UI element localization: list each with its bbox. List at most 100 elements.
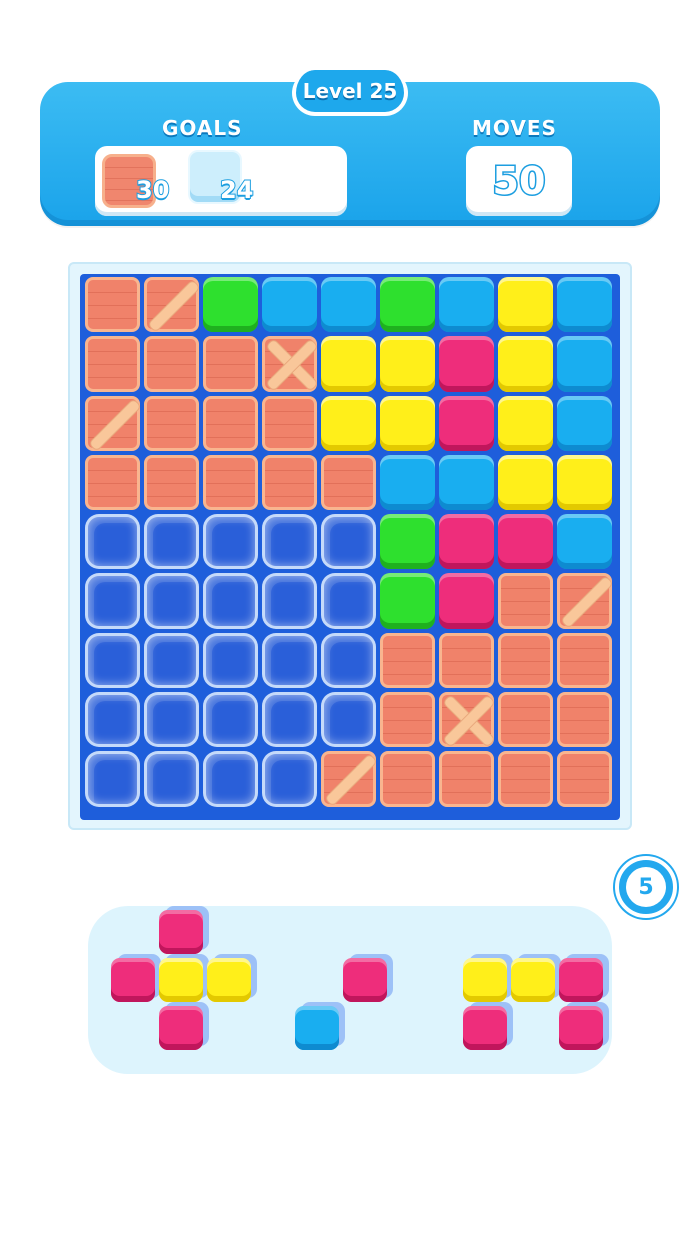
board-cell[interactable] bbox=[437, 512, 496, 571]
board-cell[interactable] bbox=[496, 749, 555, 808]
board-cell[interactable] bbox=[142, 334, 201, 393]
board-cell[interactable] bbox=[260, 394, 319, 453]
yellow-jelly-tile bbox=[557, 454, 612, 511]
board-cell[interactable] bbox=[496, 631, 555, 690]
board-cell[interactable] bbox=[319, 334, 378, 393]
board-cell[interactable] bbox=[201, 275, 260, 334]
yellow-block[interactable] bbox=[207, 954, 257, 1002]
board-cell[interactable] bbox=[83, 749, 142, 808]
board-cell[interactable] bbox=[142, 394, 201, 453]
board-cell[interactable] bbox=[378, 749, 437, 808]
board-cell[interactable] bbox=[142, 275, 201, 334]
board-cell[interactable] bbox=[201, 571, 260, 630]
board-cell[interactable] bbox=[201, 334, 260, 393]
board-cell[interactable] bbox=[319, 631, 378, 690]
board-cell[interactable] bbox=[496, 512, 555, 571]
board-cell[interactable] bbox=[142, 749, 201, 808]
board-cell[interactable] bbox=[319, 394, 378, 453]
board-cell[interactable] bbox=[378, 394, 437, 453]
board-cell[interactable] bbox=[201, 631, 260, 690]
board-cell[interactable] bbox=[201, 394, 260, 453]
pink-block[interactable] bbox=[159, 906, 209, 954]
blue-block[interactable] bbox=[295, 1002, 345, 1050]
board-cell[interactable] bbox=[496, 690, 555, 749]
board-cell[interactable] bbox=[319, 512, 378, 571]
board-cell[interactable] bbox=[201, 512, 260, 571]
board-cell[interactable] bbox=[378, 275, 437, 334]
board-cell[interactable] bbox=[260, 631, 319, 690]
pink-block[interactable] bbox=[463, 1002, 513, 1050]
board-cell[interactable] bbox=[142, 690, 201, 749]
board-cell[interactable] bbox=[378, 571, 437, 630]
board-cell[interactable] bbox=[555, 394, 614, 453]
board-cell[interactable] bbox=[437, 394, 496, 453]
board-cell[interactable] bbox=[437, 453, 496, 512]
wood-crate-tile bbox=[85, 336, 140, 392]
yellow-jelly-tile bbox=[498, 395, 553, 451]
board-cell[interactable] bbox=[83, 690, 142, 749]
board-cell[interactable] bbox=[437, 690, 496, 749]
board-cell[interactable] bbox=[83, 334, 142, 393]
pink-block[interactable] bbox=[343, 954, 393, 1002]
pink-block[interactable] bbox=[559, 1002, 609, 1050]
pink-block[interactable] bbox=[559, 954, 609, 1002]
board-cell[interactable] bbox=[496, 334, 555, 393]
board-cell[interactable] bbox=[83, 512, 142, 571]
board-cell[interactable] bbox=[260, 334, 319, 393]
board-cell[interactable] bbox=[83, 571, 142, 630]
board-cell[interactable] bbox=[437, 571, 496, 630]
board-cell[interactable] bbox=[83, 275, 142, 334]
board-cell[interactable] bbox=[142, 453, 201, 512]
board-cell[interactable] bbox=[260, 690, 319, 749]
board-cell[interactable] bbox=[496, 394, 555, 453]
board-cell[interactable] bbox=[496, 571, 555, 630]
board-cell[interactable] bbox=[260, 453, 319, 512]
board-cell[interactable] bbox=[555, 571, 614, 630]
board-cell[interactable] bbox=[142, 512, 201, 571]
board-cell[interactable] bbox=[319, 275, 378, 334]
yellow-block[interactable] bbox=[511, 954, 561, 1002]
board-cell[interactable] bbox=[437, 275, 496, 334]
board-cell[interactable] bbox=[437, 749, 496, 808]
wood-crate-tile bbox=[262, 395, 317, 451]
board-cell[interactable] bbox=[260, 571, 319, 630]
yellow-block[interactable] bbox=[463, 954, 513, 1002]
wood-crate-tile bbox=[203, 395, 258, 451]
board-cell[interactable] bbox=[437, 334, 496, 393]
board-cell[interactable] bbox=[555, 690, 614, 749]
board-cell[interactable] bbox=[142, 631, 201, 690]
board-cell[interactable] bbox=[555, 453, 614, 512]
board-cell[interactable] bbox=[378, 334, 437, 393]
board-cell[interactable] bbox=[201, 690, 260, 749]
yellow-block[interactable] bbox=[159, 954, 209, 1002]
board-cell[interactable] bbox=[142, 571, 201, 630]
board-cell[interactable] bbox=[201, 749, 260, 808]
pink-block[interactable] bbox=[159, 1002, 209, 1050]
board-cell[interactable] bbox=[378, 631, 437, 690]
board-cell[interactable] bbox=[319, 453, 378, 512]
board-cell[interactable] bbox=[555, 749, 614, 808]
board-cell[interactable] bbox=[83, 453, 142, 512]
board-cell[interactable] bbox=[555, 512, 614, 571]
board-cell[interactable] bbox=[260, 275, 319, 334]
board-cell[interactable] bbox=[201, 453, 260, 512]
board-cell[interactable] bbox=[437, 631, 496, 690]
board-cell[interactable] bbox=[260, 749, 319, 808]
board-cell[interactable] bbox=[83, 631, 142, 690]
board-cell[interactable] bbox=[378, 512, 437, 571]
board-cell[interactable] bbox=[496, 453, 555, 512]
board-cell[interactable] bbox=[83, 394, 142, 453]
pink-block[interactable] bbox=[111, 954, 161, 1002]
board-cell[interactable] bbox=[555, 334, 614, 393]
game-board[interactable] bbox=[80, 274, 620, 820]
board-cell[interactable] bbox=[378, 453, 437, 512]
board-cell[interactable] bbox=[319, 749, 378, 808]
board-cell[interactable] bbox=[319, 690, 378, 749]
board-cell[interactable] bbox=[496, 275, 555, 334]
wood-crate-tile bbox=[498, 751, 553, 807]
board-cell[interactable] bbox=[555, 275, 614, 334]
board-cell[interactable] bbox=[260, 512, 319, 571]
board-cell[interactable] bbox=[378, 690, 437, 749]
board-cell[interactable] bbox=[555, 631, 614, 690]
board-cell[interactable] bbox=[319, 571, 378, 630]
